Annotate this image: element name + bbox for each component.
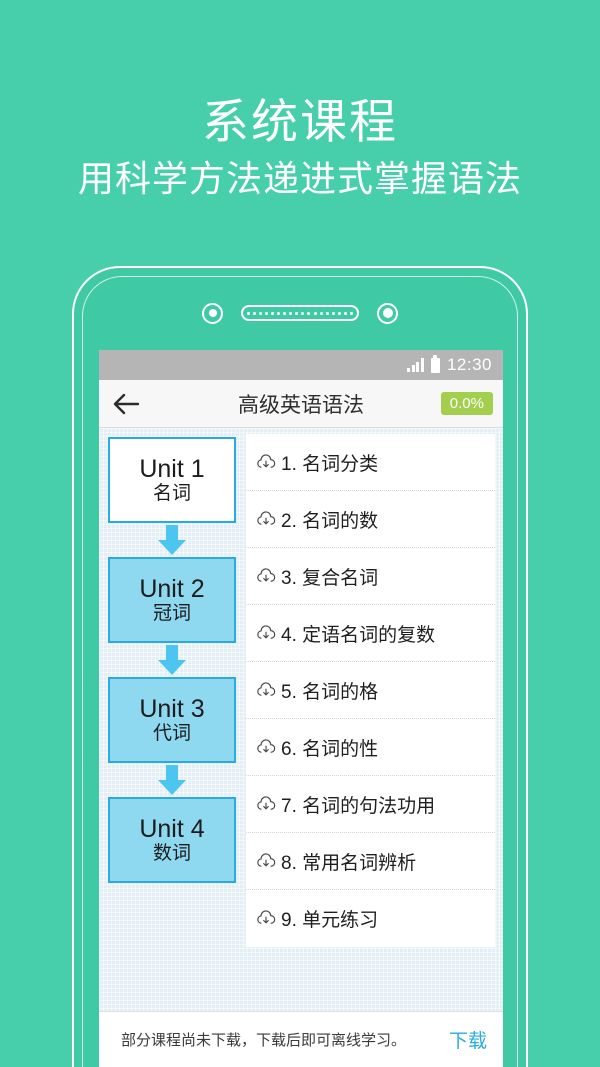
course-content: Unit 1 名词 Unit 2 冠词 Unit 3 代词 Unit 4 数词 … — [99, 428, 503, 1011]
cloud-download-icon[interactable] — [256, 795, 276, 813]
cloud-download-icon[interactable] — [256, 738, 276, 756]
unit-card-4[interactable]: Unit 4 数词 — [108, 797, 236, 883]
cloud-download-icon[interactable] — [256, 453, 276, 471]
lesson-row[interactable]: 8. 常用名词辨析 — [246, 833, 495, 890]
promo-subtitle: 用科学方法递进式掌握语法 — [77, 158, 522, 200]
status-bar-clock: 12:30 — [446, 355, 492, 374]
battery-icon — [430, 354, 440, 373]
download-bar: 部分课程尚未下载，下载后即可离线学习。 下载 — [99, 1011, 503, 1067]
lesson-label: 1. 名词分类 — [281, 453, 379, 475]
unit-list: Unit 1 名词 Unit 2 冠词 Unit 3 代词 Unit 4 数词 — [99, 428, 239, 1011]
unit-card-2[interactable]: Unit 2 冠词 — [108, 557, 236, 643]
back-arrow-icon[interactable] — [109, 387, 143, 421]
lesson-row[interactable]: 6. 名词的性 — [246, 719, 495, 776]
cloud-download-icon[interactable] — [256, 910, 276, 927]
cloud-download-icon[interactable] — [256, 510, 276, 528]
lesson-row[interactable]: 1. 名词分类 — [246, 434, 495, 491]
lesson-label: 6. 名词的性 — [281, 738, 379, 760]
lesson-row[interactable]: 2. 名词的数 — [246, 491, 495, 548]
progress-badge: 0.0% — [440, 392, 493, 415]
unit-subtitle: 代词 — [152, 723, 191, 745]
unit-subtitle: 冠词 — [152, 603, 191, 625]
lesson-label: 8. 常用名词辨析 — [281, 852, 417, 874]
app-bar: 高级英语语法 0.0% — [99, 380, 503, 428]
unit-subtitle: 名词 — [152, 483, 191, 505]
phone-bezel-top — [74, 296, 526, 330]
unit-connector-arrow-icon — [158, 645, 186, 675]
lesson-row[interactable]: 9. 单元练习 — [246, 890, 495, 947]
cloud-download-icon[interactable] — [256, 624, 276, 642]
unit-card-1[interactable]: Unit 1 名词 — [108, 437, 236, 523]
lesson-row[interactable]: 5. 名词的格 — [246, 662, 495, 719]
promo-header: 系统课程 用科学方法递进式掌握语法 — [0, 0, 600, 260]
lesson-label: 5. 名词的格 — [281, 681, 379, 703]
lesson-row[interactable]: 4. 定语名词的复数 — [246, 605, 495, 662]
phone-mockup: 12:30 高级英语语法 0.0% Unit 1 名词 Unit 2 冠词 Un… — [72, 266, 528, 1067]
camera-icon — [202, 302, 223, 324]
lesson-label: 7. 名词的句法功用 — [281, 795, 436, 817]
lesson-label: 3. 复合名词 — [281, 567, 379, 589]
lesson-label: 9. 单元练习 — [281, 910, 379, 931]
status-bar: 12:30 — [99, 350, 503, 380]
download-message: 部分课程尚未下载，下载后即可离线学习。 — [121, 1032, 407, 1049]
lesson-row[interactable]: 7. 名词的句法功用 — [246, 776, 495, 833]
cloud-download-icon[interactable] — [256, 681, 276, 699]
unit-title: Unit 2 — [139, 574, 205, 603]
download-button[interactable]: 下载 — [449, 1026, 487, 1053]
promo-title: 系统课程 — [202, 95, 398, 149]
cloud-download-icon[interactable] — [256, 567, 276, 585]
proximity-sensor-icon — [377, 302, 398, 324]
unit-title: Unit 3 — [139, 694, 205, 723]
cloud-download-icon[interactable] — [256, 852, 276, 870]
signal-bars-icon — [407, 358, 424, 372]
lesson-list[interactable]: 1. 名词分类 2. 名词的数 3. 复合名词 4. 定语名词的复数 5. 名词… — [239, 428, 503, 1011]
lesson-row[interactable]: 3. 复合名词 — [246, 548, 495, 605]
unit-title: Unit 1 — [139, 454, 205, 483]
unit-connector-arrow-icon — [158, 765, 186, 795]
unit-card-3[interactable]: Unit 3 代词 — [108, 677, 236, 763]
unit-title: Unit 4 — [139, 814, 205, 843]
speaker-grille-icon — [241, 305, 359, 321]
lesson-label: 4. 定语名词的复数 — [281, 624, 436, 646]
phone-screen: 12:30 高级英语语法 0.0% Unit 1 名词 Unit 2 冠词 Un… — [99, 350, 503, 1067]
unit-subtitle: 数词 — [152, 843, 191, 865]
unit-connector-arrow-icon — [158, 525, 186, 555]
lesson-label: 2. 名词的数 — [281, 510, 379, 532]
